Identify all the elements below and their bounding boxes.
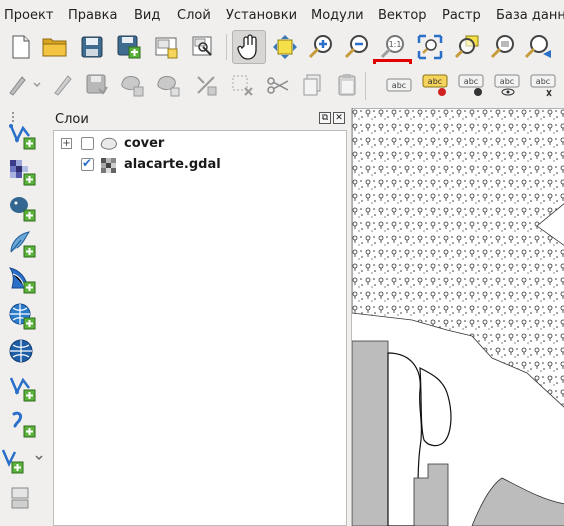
data-source-toolbar xyxy=(0,108,50,526)
svg-text:abc: abc xyxy=(428,77,442,86)
menu-layer[interactable]: Слой xyxy=(177,8,211,23)
menu-edit[interactable]: Правка xyxy=(68,8,117,23)
add-wms-layer-icon[interactable] xyxy=(6,300,38,332)
zoom-to-selection-icon[interactable] xyxy=(452,32,482,62)
map-navigation-toolbar: 1:1 xyxy=(0,30,564,95)
zoom-in-icon[interactable] xyxy=(306,32,336,62)
raster-layer-icon xyxy=(101,158,116,173)
paste-features-icon[interactable] xyxy=(332,70,362,100)
zoom-native-resolution-icon[interactable]: 1:1 xyxy=(378,32,408,62)
cut-features-icon[interactable] xyxy=(264,70,294,100)
new-print-layout-icon[interactable] xyxy=(151,32,181,62)
layer-tree[interactable]: + cover alacarte.gdal xyxy=(53,130,347,526)
layer-name: cover xyxy=(124,136,165,151)
menu-view[interactable]: Вид xyxy=(134,8,160,23)
svg-text:abc: abc xyxy=(392,81,406,90)
map-rendering xyxy=(352,108,564,526)
svg-text:1:1: 1:1 xyxy=(389,40,402,49)
add-raster-layer-icon[interactable] xyxy=(6,156,38,188)
digitizing-toolbar: abc abc abc abc abc xyxy=(0,64,564,108)
layers-panel: Слои ⧉ ✕ + cover alacarte.gdal xyxy=(53,108,347,526)
digitize-icon[interactable] xyxy=(6,70,42,100)
add-vector-layer-icon[interactable] xyxy=(6,120,38,152)
menu-raster[interactable]: Растр xyxy=(442,8,481,23)
zoom-full-icon[interactable] xyxy=(415,32,445,62)
delete-selected-icon[interactable] xyxy=(228,70,258,100)
save-edits-icon[interactable] xyxy=(82,70,112,100)
add-postgis-layer-icon[interactable] xyxy=(6,192,38,224)
zoom-last-icon[interactable] xyxy=(524,32,554,62)
save-project-icon[interactable] xyxy=(77,32,107,62)
pan-map-icon[interactable] xyxy=(232,30,266,64)
svg-text:abc: abc xyxy=(500,77,514,86)
edit-pencil-icon[interactable] xyxy=(48,70,78,100)
add-polygon-icon[interactable] xyxy=(154,70,184,100)
layer-name: alacarte.gdal xyxy=(124,157,221,172)
menu-settings[interactable]: Установки xyxy=(226,8,297,23)
pin-labels-icon[interactable]: abc xyxy=(420,70,450,100)
expand-icon[interactable]: + xyxy=(61,138,72,149)
open-project-icon[interactable] xyxy=(40,32,70,62)
highlight-labels-icon[interactable]: abc xyxy=(456,70,486,100)
pan-to-selection-icon[interactable] xyxy=(270,32,300,62)
add-spatialite-layer-icon[interactable] xyxy=(6,228,38,260)
zoom-to-layer-icon[interactable] xyxy=(488,32,518,62)
new-project-icon[interactable] xyxy=(6,32,36,62)
menu-plugins[interactable]: Модули xyxy=(311,8,364,23)
label-tool-icon[interactable]: abc xyxy=(384,70,414,100)
show-hide-labels-icon[interactable]: abc xyxy=(492,70,522,100)
layer-visibility-checkbox[interactable] xyxy=(81,156,94,171)
menu-bar: Проект Правка Вид Слой Установки Модули … xyxy=(0,0,564,30)
map-canvas[interactable] xyxy=(351,108,564,526)
layout-manager-icon[interactable] xyxy=(188,32,218,62)
add-wcs-layer-icon[interactable] xyxy=(6,336,38,368)
menu-vector[interactable]: Вектор xyxy=(378,8,427,23)
move-label-icon[interactable]: abc xyxy=(528,70,558,100)
vertex-tool-icon[interactable] xyxy=(192,70,222,100)
copy-features-icon[interactable] xyxy=(298,70,328,100)
save-as-icon[interactable] xyxy=(114,32,144,62)
add-virtual-layer-icon[interactable] xyxy=(6,482,38,514)
add-mssql-layer-icon[interactable] xyxy=(6,264,38,296)
close-panel-button[interactable]: ✕ xyxy=(333,112,345,124)
svg-text:abc: abc xyxy=(536,77,550,86)
new-shapefile-icon[interactable] xyxy=(0,444,44,476)
add-feature-icon[interactable] xyxy=(118,70,148,100)
svg-text:abc: abc xyxy=(464,77,478,86)
layers-panel-title: Слои xyxy=(55,112,89,127)
menu-database[interactable]: База данных xyxy=(496,8,564,23)
add-delimited-text-icon[interactable] xyxy=(6,408,38,440)
float-panel-button[interactable]: ⧉ xyxy=(319,112,331,124)
menu-project[interactable]: Проект xyxy=(4,8,53,23)
add-wfs-layer-icon[interactable] xyxy=(6,372,38,404)
zoom-out-icon[interactable] xyxy=(342,32,372,62)
polygon-layer-icon xyxy=(100,137,117,150)
layer-visibility-checkbox[interactable] xyxy=(81,137,94,150)
